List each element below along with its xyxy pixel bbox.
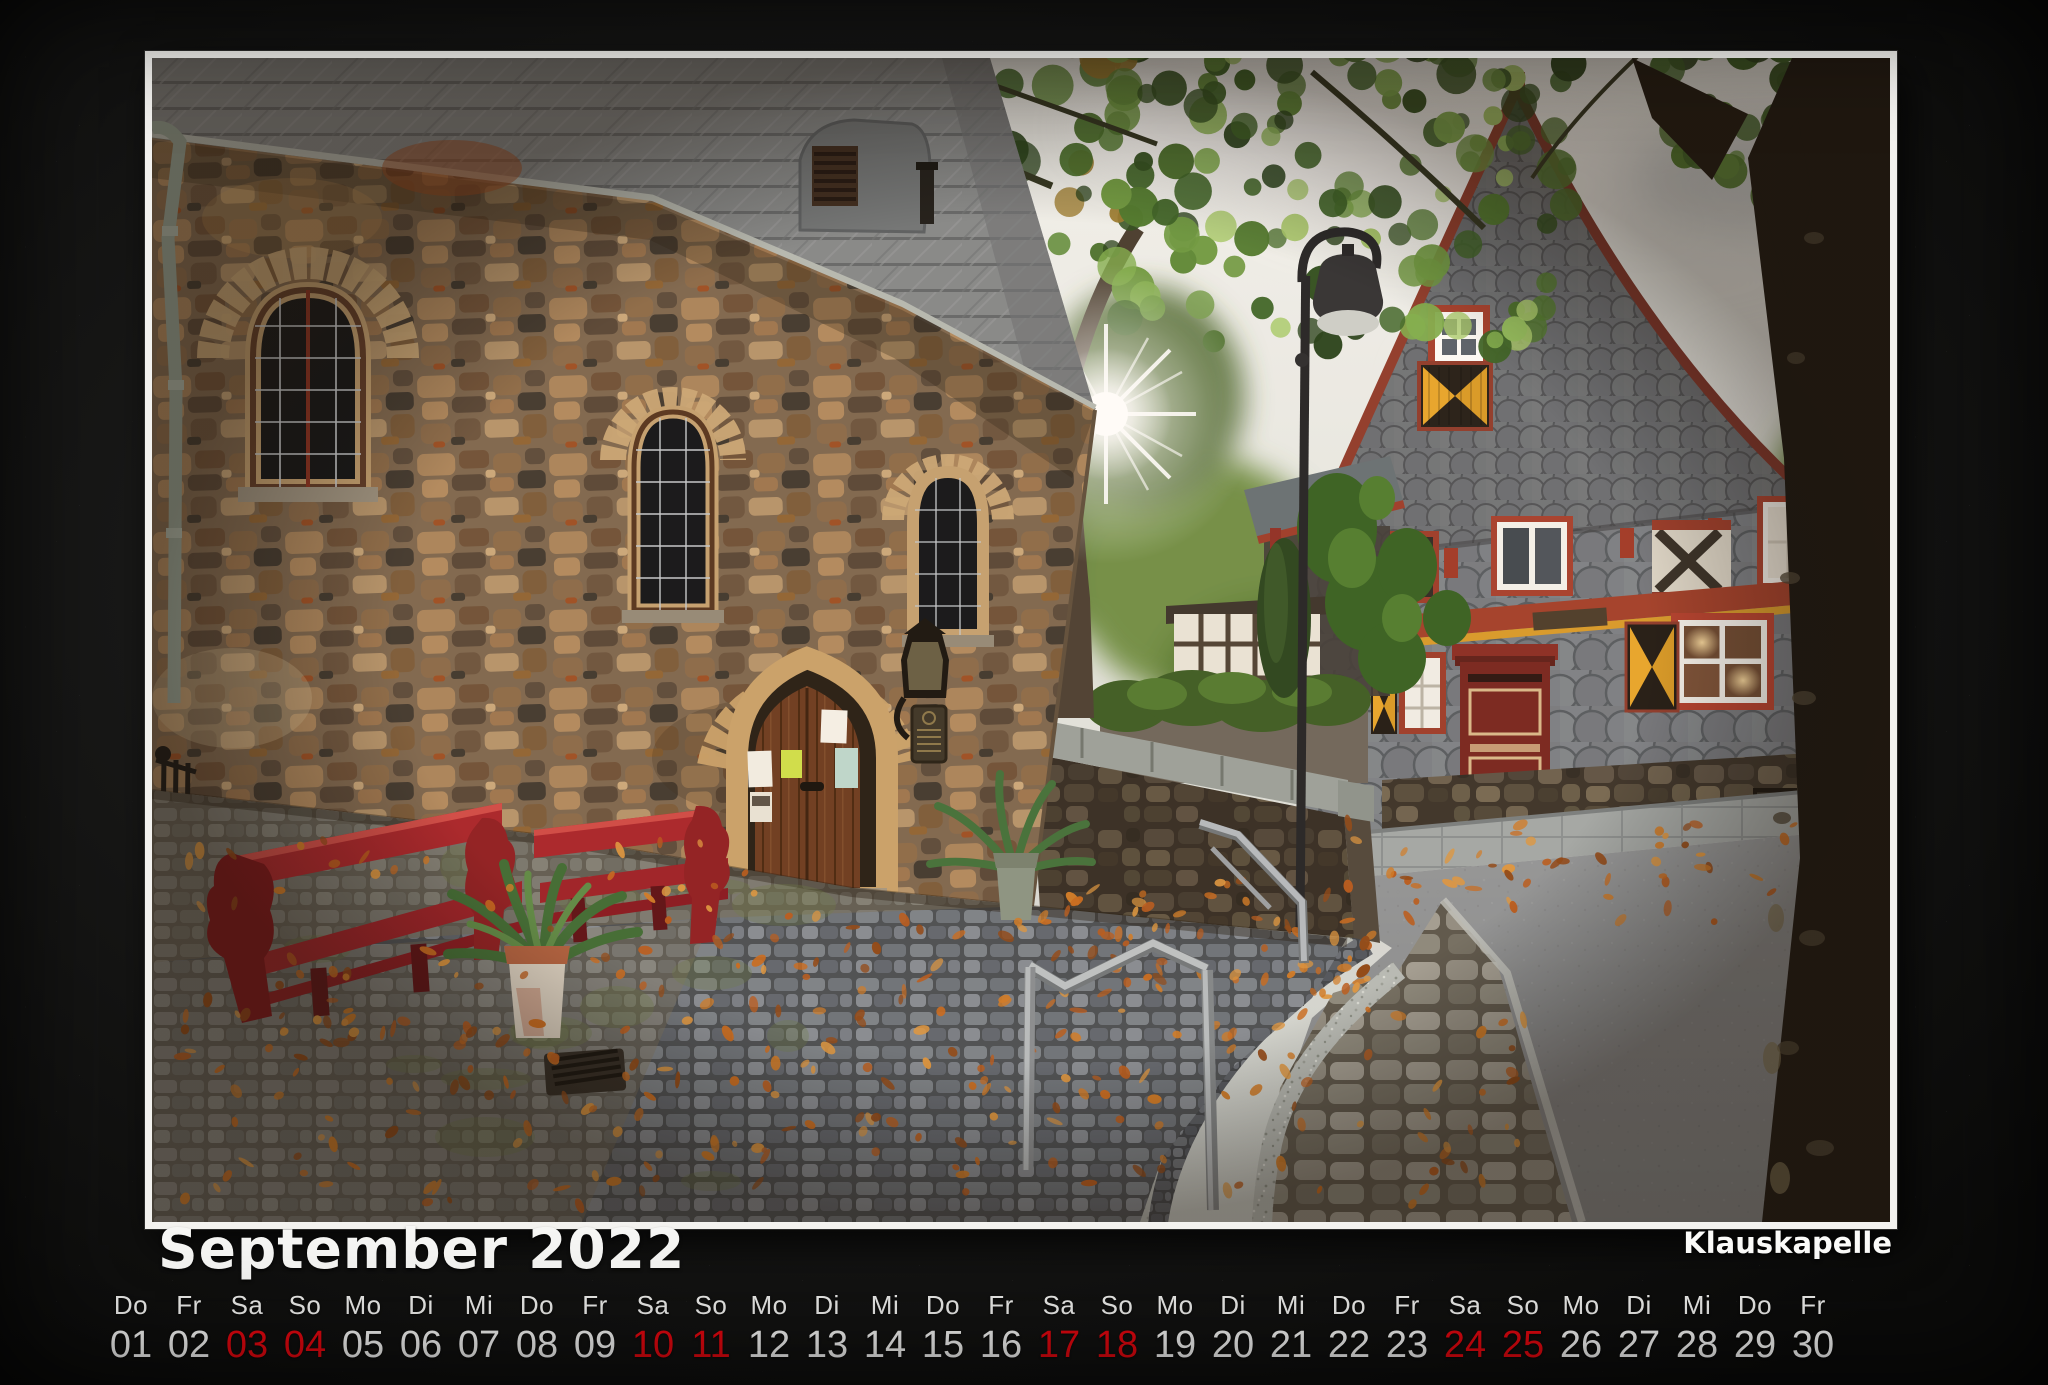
date-label: 17 [1038,1322,1080,1368]
date-label: 18 [1096,1322,1138,1368]
date-label: 10 [632,1322,674,1368]
weekday-label: Mi [465,1290,493,1320]
day-cell: So 04 [276,1290,334,1368]
date-label: 23 [1386,1322,1428,1368]
day-cell: Di 27 [1610,1290,1668,1368]
weekday-label: Sa [231,1290,264,1320]
date-label: 15 [922,1322,964,1368]
date-label: 06 [400,1322,442,1368]
date-label: 04 [284,1322,326,1368]
date-label: 12 [748,1322,790,1368]
weekday-label: Fr [1394,1290,1420,1320]
weekday-label: So [695,1290,728,1320]
date-label: 11 [691,1322,730,1368]
photo-scene [152,58,1890,1222]
date-label: 24 [1444,1322,1486,1368]
date-label: 05 [342,1322,384,1368]
date-label: 08 [516,1322,558,1368]
day-cell: Mi 28 [1668,1290,1726,1368]
weekday-label: Sa [1449,1290,1482,1320]
day-cell: Do 15 [914,1290,972,1368]
weekday-label: Fr [582,1290,608,1320]
day-cell: Do 01 [102,1290,160,1368]
weekday-label: Mi [1277,1290,1305,1320]
day-cell: Di 06 [392,1290,450,1368]
date-label: 28 [1676,1322,1718,1368]
day-cell: Mo 12 [740,1290,798,1368]
day-cell: Mo 19 [1146,1290,1204,1368]
photo-frame [145,51,1897,1229]
day-cell: So 18 [1088,1290,1146,1368]
calendar-day-grid: Do 01 Fr 02 Sa 03 So 04 Mo 05 Di 06 Mi 0… [102,1290,1842,1368]
day-cell: Do 22 [1320,1290,1378,1368]
weekday-label: Mi [871,1290,899,1320]
day-cell: Di 13 [798,1290,856,1368]
day-cell: Sa 10 [624,1290,682,1368]
day-cell: Fr 23 [1378,1290,1436,1368]
day-cell: Di 20 [1204,1290,1262,1368]
date-label: 01 [110,1322,152,1368]
date-label: 29 [1734,1322,1776,1368]
day-cell: Do 29 [1726,1290,1784,1368]
day-cell: Mo 26 [1552,1290,1610,1368]
day-cell: Mi 14 [856,1290,914,1368]
date-label: 19 [1154,1322,1196,1368]
date-label: 22 [1328,1322,1370,1368]
weekday-label: Di [1220,1290,1246,1320]
weekday-label: Mi [1683,1290,1711,1320]
weekday-label: Do [1738,1290,1772,1320]
weekday-label: Fr [1800,1290,1826,1320]
day-cell: Sa 17 [1030,1290,1088,1368]
weekday-label: Do [1332,1290,1366,1320]
date-label: 02 [168,1322,210,1368]
day-cell: Fr 16 [972,1290,1030,1368]
date-label: 27 [1618,1322,1660,1368]
date-label: 13 [806,1322,848,1368]
weekday-label: Mo [1562,1290,1599,1320]
weekday-label: Di [814,1290,840,1320]
date-label: 30 [1792,1322,1834,1368]
weekday-label: So [289,1290,322,1320]
day-cell: Sa 03 [218,1290,276,1368]
day-cell: Mo 05 [334,1290,392,1368]
photo-caption: Klauskapelle [152,1226,1892,1260]
day-cell: Mi 21 [1262,1290,1320,1368]
date-label: 26 [1560,1322,1602,1368]
day-cell: Fr 02 [160,1290,218,1368]
weekday-label: Do [926,1290,960,1320]
weekday-label: Di [1626,1290,1652,1320]
day-cell: So 25 [1494,1290,1552,1368]
date-label: 03 [226,1322,268,1368]
day-cell: Sa 24 [1436,1290,1494,1368]
calendar-page: September 2022 Klauskapelle Do 01 Fr 02 … [0,0,2048,1385]
weekday-label: Sa [637,1290,670,1320]
day-cell: Fr 30 [1784,1290,1842,1368]
date-label: 09 [574,1322,616,1368]
weekday-label: Do [114,1290,148,1320]
date-label: 16 [980,1322,1022,1368]
date-label: 20 [1212,1322,1254,1368]
weekday-label: Mo [750,1290,787,1320]
date-label: 14 [864,1322,906,1368]
day-cell: Do 08 [508,1290,566,1368]
date-label: 21 [1270,1322,1312,1368]
weekday-label: Di [408,1290,434,1320]
weekday-label: Do [520,1290,554,1320]
day-cell: Fr 09 [566,1290,624,1368]
date-label: 25 [1502,1322,1544,1368]
weekday-label: So [1101,1290,1134,1320]
day-cell: Mi 07 [450,1290,508,1368]
weekday-label: So [1507,1290,1540,1320]
weekday-label: Fr [988,1290,1014,1320]
day-cell: So 11 [682,1290,740,1368]
weekday-label: Mo [1156,1290,1193,1320]
weekday-label: Sa [1043,1290,1076,1320]
date-label: 07 [458,1322,500,1368]
weekday-label: Mo [344,1290,381,1320]
weekday-label: Fr [176,1290,202,1320]
